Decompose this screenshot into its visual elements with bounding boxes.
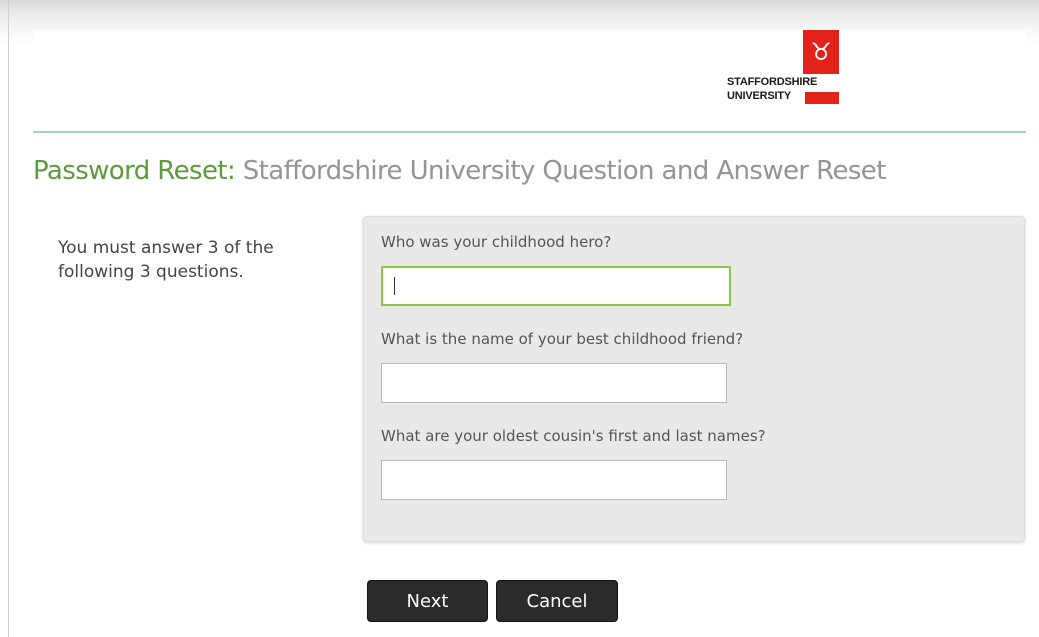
next-button[interactable]: Next — [367, 580, 488, 622]
logo-red-bar — [805, 92, 839, 104]
question-2-answer-input[interactable] — [381, 363, 727, 403]
page-title-lead: Password Reset: — [33, 156, 236, 186]
page: ♉ STAFFORDSHIRE UNIVERSITY Password Rese… — [0, 0, 1039, 637]
question-panel: Who was your childhood hero? What is the… — [363, 216, 1025, 542]
question-1-label: Who was your childhood hero? — [381, 233, 612, 251]
question-3-label: What are your oldest cousin's first and … — [381, 427, 766, 445]
cancel-button[interactable]: Cancel — [496, 580, 618, 622]
left-divider — [8, 0, 9, 637]
instructions-text: You must answer 3 of the following 3 que… — [58, 238, 274, 282]
question-3-answer-input[interactable] — [381, 460, 727, 500]
knot-emblem-icon: ♉ — [803, 30, 839, 74]
logo-text-line2: UNIVERSITY — [727, 90, 792, 102]
question-2-label: What is the name of your best childhood … — [381, 330, 744, 348]
page-title: Password Reset: Staffordshire University… — [33, 156, 886, 186]
university-logo: ♉ STAFFORDSHIRE UNIVERSITY — [727, 30, 839, 116]
logo-text-line1: STAFFORDSHIRE — [727, 76, 818, 88]
header-divider — [33, 131, 1026, 133]
page-title-rest: Staffordshire University Question and An… — [235, 156, 887, 186]
text-caret — [394, 277, 395, 295]
header: ♉ STAFFORDSHIRE UNIVERSITY — [33, 30, 1026, 130]
question-1-answer-input[interactable] — [381, 266, 731, 306]
